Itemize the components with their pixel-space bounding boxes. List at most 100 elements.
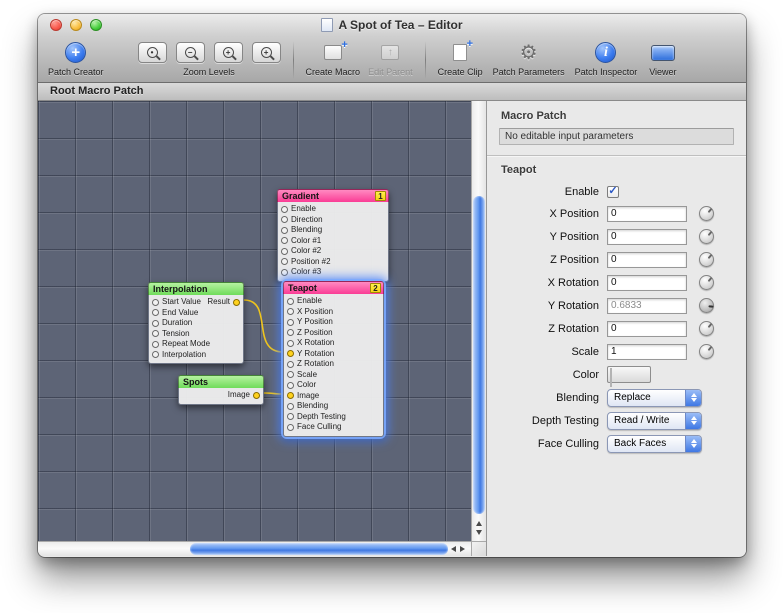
input-port[interactable] xyxy=(281,206,288,213)
y-position-input[interactable] xyxy=(607,229,687,245)
input-port[interactable] xyxy=(287,403,294,410)
scale-knob[interactable] xyxy=(699,344,714,359)
node-spots[interactable]: Spots Image xyxy=(178,375,264,405)
zoom-window-button[interactable] xyxy=(90,19,102,31)
wire-image-to-image[interactable] xyxy=(264,393,283,394)
input-port[interactable] xyxy=(281,248,288,255)
input-port[interactable] xyxy=(152,299,159,306)
port-label: Scale xyxy=(297,370,317,380)
input-port[interactable] xyxy=(152,320,159,327)
input-port[interactable] xyxy=(287,298,294,305)
scale-input[interactable] xyxy=(607,344,687,360)
port-row: X Position xyxy=(284,307,383,318)
z-position-input[interactable] xyxy=(607,252,687,268)
port-label: Depth Testing xyxy=(297,412,346,422)
create-clip-button[interactable]: + Create Clip xyxy=(438,40,483,77)
scroll-up-arrow[interactable] xyxy=(476,521,482,526)
scrollbar-corner xyxy=(471,541,486,556)
node-gradient-header[interactable]: Gradient 1 xyxy=(277,189,389,202)
output-port[interactable] xyxy=(253,392,260,399)
zoom-out-button[interactable]: − xyxy=(176,42,205,63)
node-interpolation[interactable]: Interpolation Start Value Result End Val… xyxy=(148,282,244,364)
macro-patch-empty-message: No editable input parameters xyxy=(499,128,734,145)
port-label: End Value xyxy=(162,308,198,318)
input-port[interactable] xyxy=(287,361,294,368)
face-culling-popup[interactable]: Back Faces xyxy=(607,435,702,453)
zoom-levels-group: • − + + Zoom Levels xyxy=(138,40,281,77)
color-swatch xyxy=(610,368,612,387)
patch-canvas[interactable]: Gradient 1 Enable Direction Blending Col… xyxy=(38,101,471,541)
viewer-button[interactable]: Viewer xyxy=(649,40,676,77)
input-port[interactable] xyxy=(152,341,159,348)
depth-testing-popup[interactable]: Read / Write xyxy=(607,412,702,430)
input-port[interactable] xyxy=(287,308,294,315)
x-rotation-knob[interactable] xyxy=(699,275,714,290)
output-port[interactable] xyxy=(233,299,240,306)
input-port[interactable] xyxy=(152,309,159,316)
input-port[interactable] xyxy=(152,351,159,358)
minimize-button[interactable] xyxy=(70,19,82,31)
vertical-scrollbar[interactable] xyxy=(471,101,486,541)
titlebar[interactable]: A Spot of Tea – Editor xyxy=(38,14,746,36)
input-port[interactable] xyxy=(152,330,159,337)
patch-inspector-button[interactable]: i Patch Inspector xyxy=(575,40,638,77)
port-row: Depth Testing xyxy=(284,412,383,423)
input-port-connected[interactable] xyxy=(287,392,294,399)
z-rotation-knob[interactable] xyxy=(699,321,714,336)
node-teapot-header[interactable]: Teapot 2 xyxy=(283,281,384,294)
input-port[interactable] xyxy=(281,237,288,244)
blending-popup[interactable]: Replace xyxy=(607,389,702,407)
input-port[interactable] xyxy=(287,319,294,326)
input-port[interactable] xyxy=(281,258,288,265)
scroll-right-arrow[interactable] xyxy=(460,546,465,552)
create-macro-button[interactable]: + Create Macro xyxy=(306,40,361,77)
input-port-connected[interactable] xyxy=(287,350,294,357)
input-port[interactable] xyxy=(287,329,294,336)
port-row: Blending xyxy=(284,401,383,412)
patch-creator-button[interactable]: + Patch Creator xyxy=(48,40,104,77)
y-rotation-input[interactable] xyxy=(607,298,687,314)
patch-parameters-label: Patch Parameters xyxy=(493,67,565,77)
input-port[interactable] xyxy=(287,382,294,389)
x-position-knob[interactable] xyxy=(699,206,714,221)
y-rotation-knob[interactable] xyxy=(699,298,714,313)
popup-value: Read / Write xyxy=(608,415,669,426)
enable-checkbox[interactable]: ✓ xyxy=(607,186,619,198)
input-port[interactable] xyxy=(287,424,294,431)
horizontal-scrollbar[interactable] xyxy=(38,541,471,556)
field-face-culling: Face Culling Back Faces xyxy=(499,432,734,455)
patch-creator-label: Patch Creator xyxy=(48,67,104,77)
vertical-scrollbar-thumb[interactable] xyxy=(473,196,485,514)
node-teapot[interactable]: Teapot 2 Enable X Position Y Position Z … xyxy=(283,281,384,437)
field-x-rotation: X Rotation xyxy=(499,271,734,294)
port-row: Y Rotation xyxy=(284,349,383,360)
patch-parameters-button[interactable]: ⚙ Patch Parameters xyxy=(493,40,565,77)
input-port[interactable] xyxy=(287,371,294,378)
node-spots-header[interactable]: Spots xyxy=(178,375,264,388)
node-gradient[interactable]: Gradient 1 Enable Direction Blending Col… xyxy=(277,189,389,282)
close-button[interactable] xyxy=(50,19,62,31)
z-rotation-input[interactable] xyxy=(607,321,687,337)
node-body: Image xyxy=(178,388,264,405)
y-position-knob[interactable] xyxy=(699,229,714,244)
port-label: Color #1 xyxy=(291,236,321,246)
scroll-down-arrow[interactable] xyxy=(476,530,482,535)
input-port[interactable] xyxy=(281,216,288,223)
zoom-in-button[interactable]: + xyxy=(214,42,243,63)
color-well[interactable] xyxy=(607,366,651,383)
wire-result-to-yrotation[interactable] xyxy=(244,300,283,352)
zoom-actual-button[interactable]: + xyxy=(252,42,281,63)
x-rotation-input[interactable] xyxy=(607,275,687,291)
scroll-left-arrow[interactable] xyxy=(451,546,456,552)
input-port[interactable] xyxy=(281,227,288,234)
edit-parent-button: ↑ Edit Parent xyxy=(368,40,413,77)
x-position-input[interactable] xyxy=(607,206,687,222)
zoom-fit-button[interactable]: • xyxy=(138,42,167,63)
input-port[interactable] xyxy=(281,269,288,276)
port-label: X Rotation xyxy=(297,338,334,348)
input-port[interactable] xyxy=(287,340,294,347)
node-interpolation-header[interactable]: Interpolation xyxy=(148,282,244,295)
z-position-knob[interactable] xyxy=(699,252,714,267)
horizontal-scrollbar-thumb[interactable] xyxy=(190,543,448,555)
input-port[interactable] xyxy=(287,413,294,420)
